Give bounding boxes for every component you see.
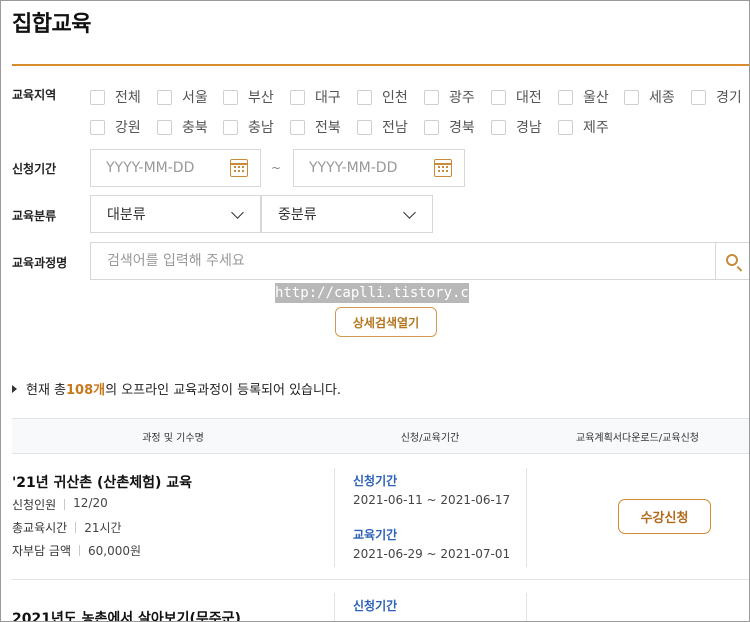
- checkbox[interactable]: [691, 89, 706, 105]
- course-title[interactable]: '21년 귀산촌 (산촌체험) 교육: [12, 472, 192, 492]
- region-checkbox-gyeongbuk[interactable]: 경북: [424, 117, 475, 137]
- date-start-input[interactable]: YYYY-MM-DD: [90, 149, 261, 187]
- date-end-input[interactable]: YYYY-MM-DD: [293, 149, 465, 187]
- region-checkbox-gyeongnam[interactable]: 경남: [491, 117, 542, 137]
- checkbox[interactable]: [223, 89, 238, 105]
- checkbox[interactable]: [290, 89, 305, 105]
- result-summary: 현재 총 108개 의 오프라인 교육과정이 등록되어 있습니다.: [12, 379, 341, 398]
- apply-period-value: 2021-06-11 ~ 2021-06-17: [353, 493, 511, 507]
- watermark: http://caplli.tistory.com: [275, 283, 486, 303]
- course-title[interactable]: 2021년도 농촌에서 살아보기(무주군): [12, 608, 241, 621]
- header-period: 신청/교육기간: [400, 432, 460, 444]
- category-major-select[interactable]: 대분류: [90, 195, 261, 233]
- region-checkbox-seoul[interactable]: 서울: [157, 87, 208, 107]
- region-checkbox-gangwon[interactable]: 강원: [90, 117, 141, 137]
- checkbox[interactable]: [491, 119, 506, 135]
- chevron-down-icon: [231, 206, 244, 219]
- search-icon: [726, 254, 738, 266]
- apply-period-label: 신청기간: [353, 599, 398, 613]
- header-course: 과정 및 기수명: [142, 432, 204, 444]
- edu-period-label: 교육기간: [353, 528, 398, 542]
- header-action: 교육계획서다운로드/교육신청: [576, 432, 699, 444]
- category-label: 교육분류: [12, 209, 57, 223]
- triangle-bullet-icon: [12, 384, 17, 393]
- column-divider: [334, 468, 335, 567]
- region-checkbox-chungnam[interactable]: 충남: [223, 117, 274, 137]
- checkbox[interactable]: [424, 119, 439, 135]
- hours-info: 총교육시간 21시간: [12, 521, 122, 535]
- region-checkbox-all[interactable]: 전체: [90, 87, 141, 107]
- checkbox[interactable]: [157, 89, 172, 105]
- column-divider: [526, 468, 527, 567]
- region-label: 교육지역: [12, 88, 57, 102]
- search-button[interactable]: [715, 243, 749, 279]
- region-checkbox-ulsan[interactable]: 울산: [558, 87, 609, 107]
- region-checkbox-busan[interactable]: 부산: [223, 87, 274, 107]
- checkbox[interactable]: [558, 89, 573, 105]
- applicants-info: 신청인원 12/20: [12, 496, 108, 512]
- region-checkbox-daejeon[interactable]: 대전: [491, 87, 542, 107]
- checkbox[interactable]: [357, 119, 372, 135]
- calendar-icon[interactable]: [434, 159, 452, 177]
- table-header: 과정 및 기수명 신청/교육기간 교육계획서다운로드/교육신청: [12, 418, 749, 454]
- region-checkbox-gyeonggi[interactable]: 경기: [691, 87, 742, 107]
- advanced-search-button[interactable]: 상세검색열기: [335, 307, 437, 337]
- calendar-icon[interactable]: [230, 159, 248, 177]
- page-frame: 집합교육 교육지역 전체 서울 부산 대구 인천 광주 대전 울산 세종 경기 …: [0, 0, 750, 622]
- search-box: [90, 242, 749, 280]
- checkbox[interactable]: [90, 89, 105, 105]
- checkbox[interactable]: [90, 119, 105, 135]
- region-checkbox-chungbuk[interactable]: 충북: [157, 117, 208, 137]
- checkbox[interactable]: [491, 89, 506, 105]
- result-count: 108개: [66, 383, 106, 398]
- region-checkbox-jeonnam[interactable]: 전남: [357, 117, 408, 137]
- region-checkbox-gwangju[interactable]: 광주: [424, 87, 475, 107]
- checkbox[interactable]: [157, 119, 172, 135]
- checkbox[interactable]: [357, 89, 372, 105]
- search-input[interactable]: [91, 243, 715, 279]
- region-checkbox-jeonbuk[interactable]: 전북: [290, 117, 341, 137]
- apply-period-label: 신청기간: [353, 474, 398, 488]
- region-checkbox-daegu[interactable]: 대구: [290, 87, 341, 107]
- checkbox[interactable]: [624, 89, 639, 105]
- checkbox[interactable]: [558, 119, 573, 135]
- chevron-down-icon: [403, 206, 416, 219]
- row-divider: [12, 579, 749, 580]
- page-title: 집합교육: [12, 12, 91, 37]
- course-name-label: 교육과정명: [12, 256, 68, 270]
- checkbox[interactable]: [424, 89, 439, 105]
- period-label: 신청기간: [12, 162, 57, 176]
- fee-info: 자부담 금액 60,000원: [12, 544, 142, 558]
- date-separator: ~: [271, 161, 282, 175]
- region-checkbox-jeju[interactable]: 제주: [558, 117, 609, 137]
- region-checkbox-sejong[interactable]: 세종: [624, 87, 675, 107]
- enroll-button[interactable]: 수강신청: [618, 499, 711, 534]
- category-minor-select[interactable]: 중분류: [261, 195, 433, 233]
- checkbox[interactable]: [223, 119, 238, 135]
- title-divider: [12, 64, 749, 66]
- column-divider: [334, 593, 335, 621]
- checkbox[interactable]: [290, 119, 305, 135]
- region-checkbox-incheon[interactable]: 인천: [357, 87, 408, 107]
- edu-period-value: 2021-06-29 ~ 2021-07-01: [353, 547, 511, 561]
- column-divider: [526, 593, 527, 621]
